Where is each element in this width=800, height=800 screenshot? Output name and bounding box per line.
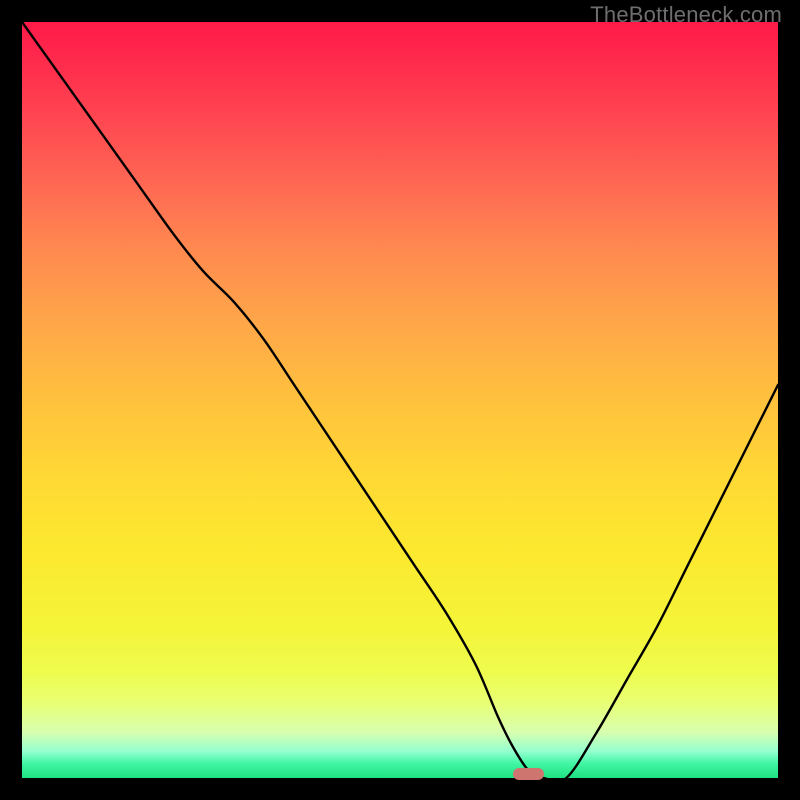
chart-plot-area: [22, 22, 778, 778]
bottleneck-curve-svg: [22, 22, 778, 778]
optimum-marker: [513, 768, 545, 780]
bottleneck-curve-path: [22, 22, 778, 782]
chart-frame: TheBottleneck.com: [0, 0, 800, 800]
